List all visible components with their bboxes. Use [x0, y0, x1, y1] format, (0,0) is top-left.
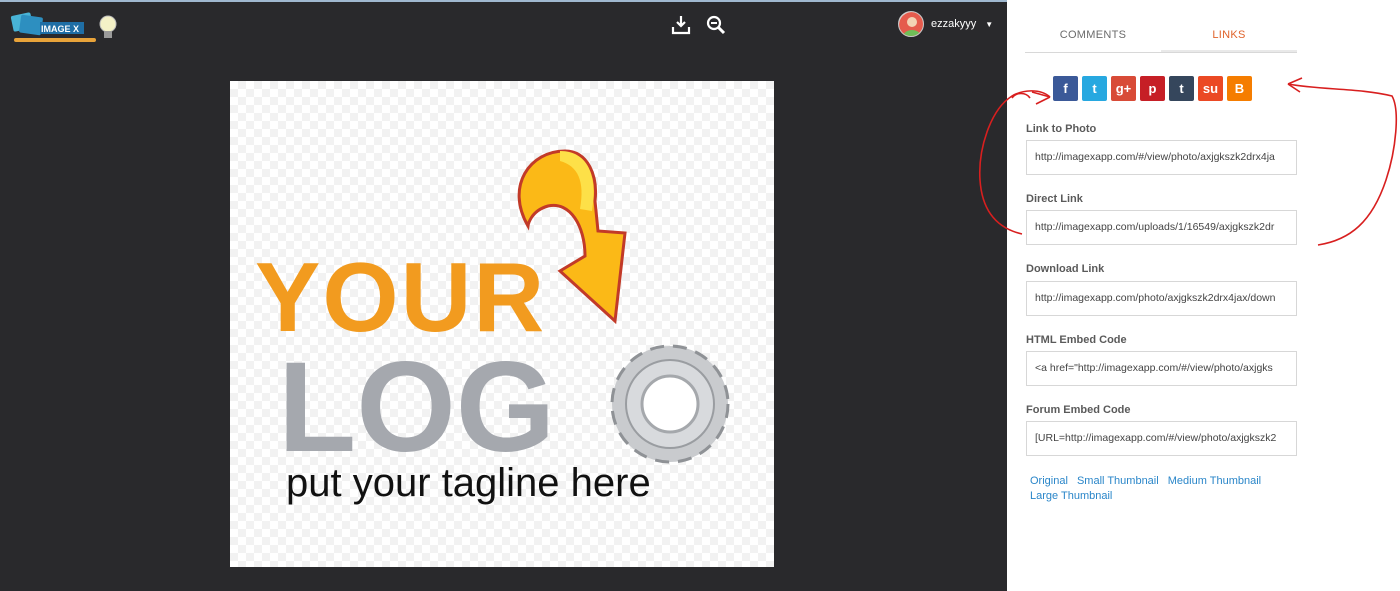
tab-comments[interactable]: COMMENTS: [1025, 22, 1161, 52]
right-margin: [1315, 0, 1400, 591]
photo-image: YOUR LOG put your tagline here: [230, 81, 774, 567]
forum-embed-field[interactable]: [URL=http://imagexapp.com/#/view/photo/a…: [1026, 421, 1297, 456]
download-button[interactable]: [670, 14, 692, 36]
pinterest-share-button[interactable]: p: [1140, 76, 1165, 101]
stumbleupon-share-button[interactable]: su: [1198, 76, 1223, 101]
zoom-out-icon: [706, 15, 726, 35]
google-plus-share-button[interactable]: g+: [1111, 76, 1136, 101]
facebook-share-button[interactable]: f: [1053, 76, 1078, 101]
share-buttons: f t g+ p t su B: [1053, 76, 1252, 101]
direct-link-label: Direct Link: [1026, 193, 1083, 205]
link-to-photo-field[interactable]: http://imagexapp.com/#/view/photo/axjgks…: [1026, 140, 1297, 175]
twitter-share-button[interactable]: t: [1082, 76, 1107, 101]
avatar: [898, 11, 924, 37]
tumblr-share-button[interactable]: t: [1169, 76, 1194, 101]
download-icon: [671, 16, 691, 35]
forum-embed-label: Forum Embed Code: [1026, 404, 1131, 416]
logo-tagline: put your tagline here: [286, 461, 651, 505]
username: ezzakyyy: [931, 18, 977, 30]
size-link-original[interactable]: Original: [1030, 475, 1068, 487]
tab-bar: COMMENTS LINKS: [1025, 22, 1297, 53]
download-link-label: Download Link: [1026, 263, 1105, 275]
tab-links[interactable]: LINKS: [1161, 22, 1297, 52]
download-link-field[interactable]: http://imagexapp.com/photo/axjgkszk2drx4…: [1026, 281, 1297, 316]
html-embed-field[interactable]: <a href="http://imagexapp.com/#/view/pho…: [1026, 351, 1297, 386]
blogger-share-button[interactable]: B: [1227, 76, 1252, 101]
links-panel: COMMENTS LINKS f t g+ p t su B Link to P…: [1007, 0, 1315, 591]
zoom-button[interactable]: [705, 14, 727, 36]
link-to-photo-label: Link to Photo: [1026, 123, 1097, 135]
user-menu[interactable]: ezzakyyy ▼: [898, 11, 993, 37]
html-embed-label: HTML Embed Code: [1026, 334, 1127, 346]
size-link-medium-thumbnail[interactable]: Medium Thumbnail: [1168, 475, 1261, 487]
logo-text: IMAGE X: [41, 24, 79, 34]
direct-link-field[interactable]: http://imagexapp.com/uploads/1/16549/axj…: [1026, 210, 1297, 245]
image-size-links: Original Small Thumbnail Medium Thumbnai…: [1030, 474, 1290, 504]
caret-down-icon: ▼: [985, 19, 994, 29]
photo-viewer: IMAGE X ezzakyyy ▼ YOUR LOG put your tag…: [0, 0, 1007, 591]
size-link-small-thumbnail[interactable]: Small Thumbnail: [1077, 475, 1159, 487]
size-link-large-thumbnail[interactable]: Large Thumbnail: [1030, 490, 1112, 502]
app-logo[interactable]: IMAGE X: [10, 10, 122, 50]
logo-word-log: LOG: [278, 336, 555, 479]
gear-icon: [610, 344, 730, 464]
